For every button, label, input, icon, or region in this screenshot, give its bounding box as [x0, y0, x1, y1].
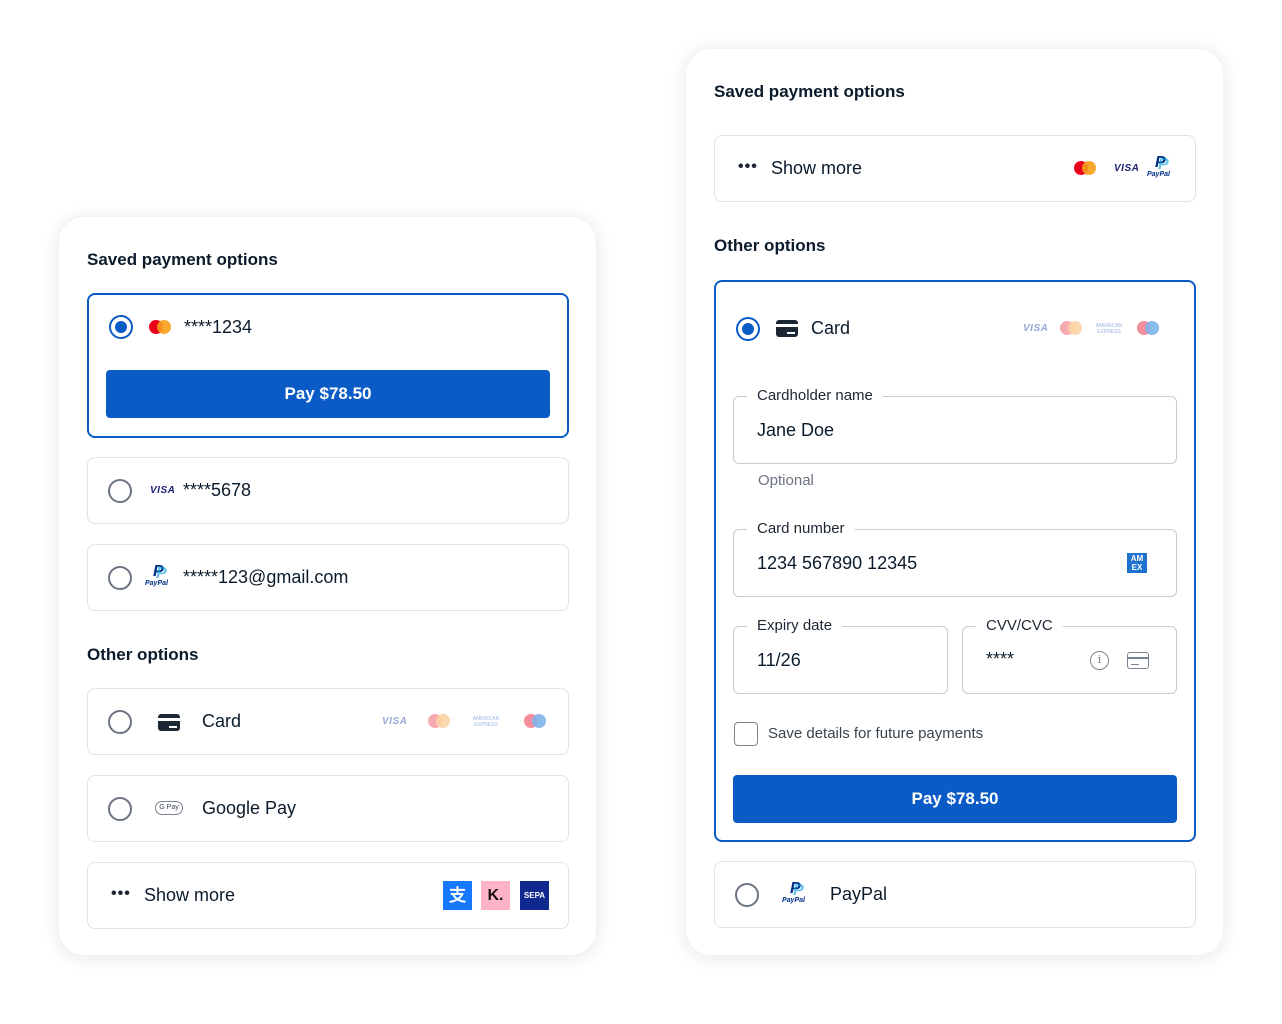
- paypal-icon: P P PayPal: [145, 563, 168, 587]
- cvc-label: CVV/CVC: [976, 617, 1063, 634]
- radio-selected[interactable]: [736, 317, 760, 341]
- paypal-icon: P P PayPal: [782, 880, 805, 904]
- alipay-icon: 支: [443, 881, 472, 910]
- google-pay-icon: G Pay: [155, 801, 183, 815]
- pay-button[interactable]: Pay $78.50: [733, 775, 1177, 823]
- radio-selected[interactable]: [109, 315, 133, 339]
- info-icon[interactable]: i: [1090, 651, 1109, 670]
- saved-options-title: Saved payment options: [714, 82, 905, 101]
- cardholder-helper-text: Optional: [758, 472, 814, 489]
- other-options-title: Other options: [714, 236, 826, 255]
- save-details-checkbox[interactable]: [734, 722, 758, 746]
- saved-payments-panel: Saved payment options ****1234 Pay $78.5…: [58, 216, 597, 956]
- card-number-value[interactable]: 1234 567890 12345: [757, 553, 917, 574]
- more-dots-icon: •••: [111, 885, 131, 902]
- amex-badge-icon: AM EX: [1127, 553, 1147, 573]
- amex-icon: AMERICAN EXPRESS: [1095, 323, 1123, 335]
- expiry-date-value[interactable]: 11/26: [757, 650, 801, 671]
- cvc-field[interactable]: CVV/CVC **** i: [962, 617, 1177, 694]
- saved-options-title: Saved payment options: [87, 250, 278, 269]
- card-number-label: Card number: [747, 520, 855, 537]
- cardholder-name-label: Cardholder name: [747, 387, 883, 404]
- saved-card-number: ****5678: [183, 480, 252, 500]
- radio-unselected[interactable]: [735, 883, 759, 907]
- cardholder-name-value[interactable]: Jane Doe: [757, 420, 834, 441]
- show-more-label: Show more: [144, 885, 236, 905]
- visa-icon: VISA: [1114, 163, 1140, 174]
- other-option-card[interactable]: Card VISA AMERICAN EXPRESS: [87, 688, 569, 755]
- card-icon: [158, 714, 180, 731]
- mastercard-icon: [1060, 321, 1082, 335]
- show-more-options[interactable]: ••• Show more 支 K. SEPA: [87, 862, 569, 929]
- radio-unselected[interactable]: [108, 566, 132, 590]
- save-details-label: Save details for future payments: [768, 725, 984, 742]
- show-more-label: Show more: [771, 158, 863, 178]
- visa-icon: VISA: [1023, 323, 1049, 334]
- amex-icon: AMERICAN EXPRESS: [472, 716, 500, 728]
- cvc-value[interactable]: ****: [986, 649, 1014, 670]
- saved-card-number: ****1234: [184, 317, 253, 337]
- more-dots-icon: •••: [738, 158, 758, 175]
- visa-icon: VISA: [150, 485, 176, 496]
- pay-button[interactable]: Pay $78.50: [106, 370, 550, 418]
- expiry-date-field[interactable]: Expiry date 11/26: [733, 617, 948, 694]
- card-icon: [776, 320, 798, 337]
- paypal-label: PayPal: [830, 884, 888, 904]
- cvc-card-icon: [1127, 652, 1149, 669]
- cardholder-name-field[interactable]: Cardholder name Jane Doe: [733, 387, 1177, 464]
- checkout-panel: Saved payment options ••• Show more VISA…: [685, 48, 1224, 956]
- show-more-saved[interactable]: ••• Show more VISA P P PayPal: [714, 135, 1196, 202]
- saved-paypal-email: *****123@gmail.com: [183, 567, 349, 587]
- visa-icon: VISA: [382, 716, 408, 727]
- saved-option-paypal[interactable]: P P PayPal *****123@gmail.com: [87, 544, 569, 611]
- saved-option-mastercard[interactable]: ****1234 Pay $78.50: [87, 293, 569, 438]
- radio-unselected[interactable]: [108, 710, 132, 734]
- mastercard-icon: [1074, 161, 1096, 175]
- expiry-date-label: Expiry date: [747, 617, 843, 634]
- sepa-icon: SEPA: [520, 881, 549, 910]
- mastercard-icon: [149, 320, 171, 334]
- card-option-label: Card: [811, 318, 851, 338]
- radio-unselected[interactable]: [108, 797, 132, 821]
- mastercard-icon: [428, 714, 450, 728]
- saved-option-visa[interactable]: VISA ****5678: [87, 457, 569, 524]
- maestro-icon: [1137, 321, 1159, 335]
- klarna-icon: K.: [481, 881, 510, 910]
- maestro-icon: [524, 714, 546, 728]
- card-payment-form[interactable]: Card VISA AMERICAN EXPRESS Cardholder na…: [714, 280, 1196, 842]
- other-options-title: Other options: [87, 645, 199, 664]
- google-pay-label: Google Pay: [202, 798, 297, 818]
- card-number-field[interactable]: Card number 1234 567890 12345 AM EX: [733, 520, 1177, 597]
- other-option-paypal[interactable]: P P PayPal PayPal: [714, 861, 1196, 928]
- card-option-label: Card: [202, 711, 242, 731]
- paypal-icon: P P PayPal: [1147, 154, 1170, 178]
- other-option-google-pay[interactable]: G Pay Google Pay: [87, 775, 569, 842]
- radio-unselected[interactable]: [108, 479, 132, 503]
